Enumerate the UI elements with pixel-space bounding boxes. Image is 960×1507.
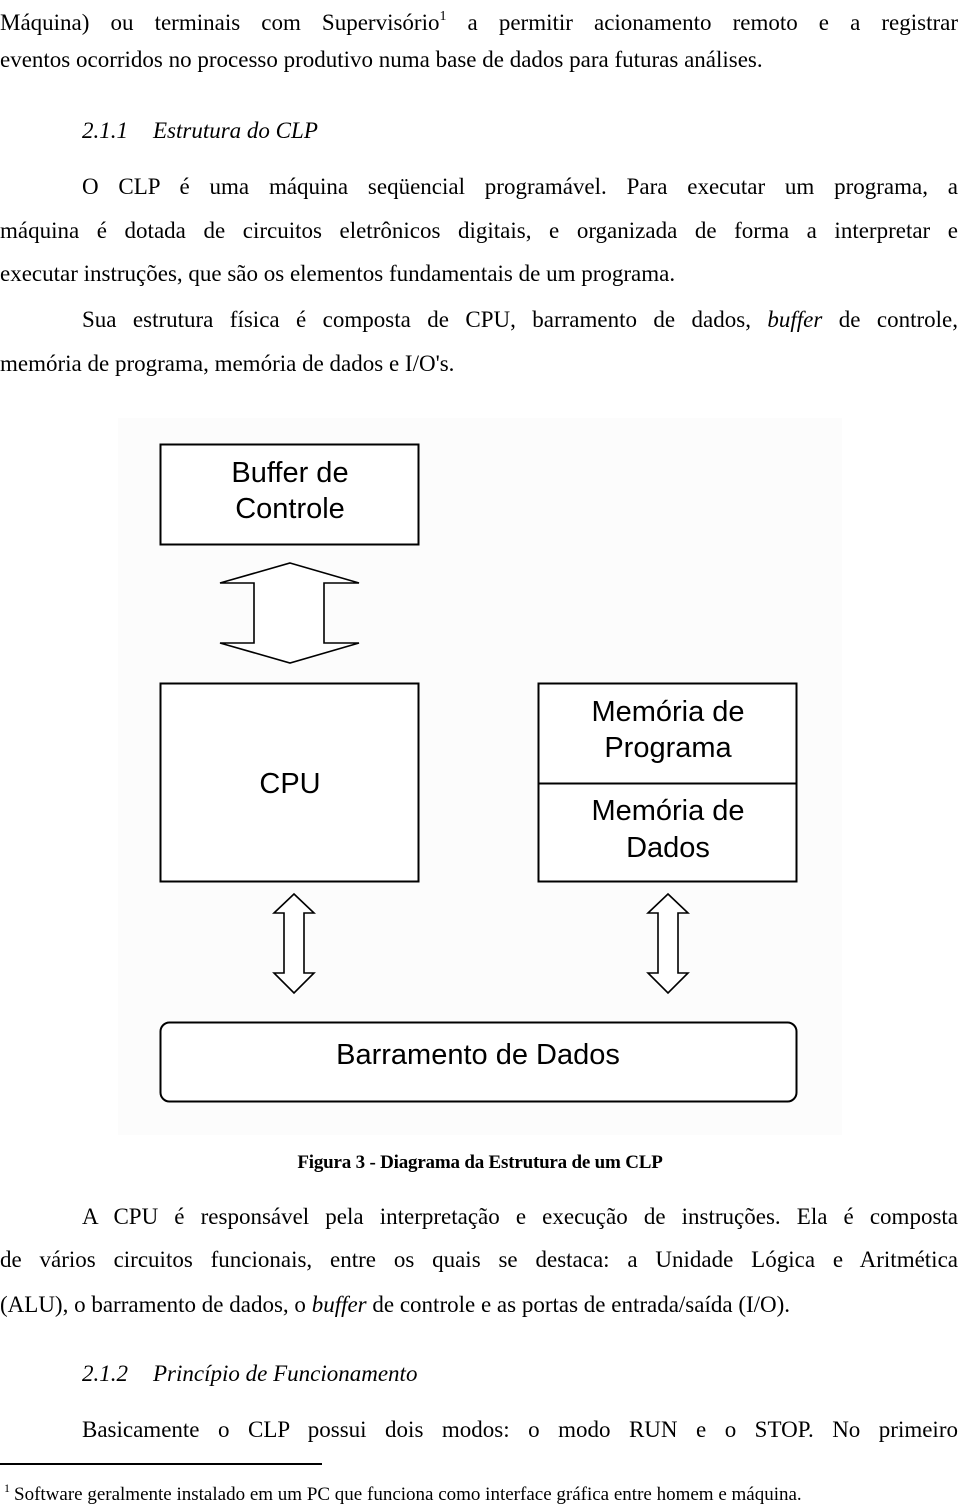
figure-caption: Figura 3 - Diagrama da Estrutura de um C… [297,1152,663,1173]
cpu-text-cont: de controle e as portas de entrada/saída… [366,1292,791,1317]
clp-structure-diagram: Buffer de Controle CPU Memória de Progra… [118,418,842,1135]
memory-data-label-line-2: Dados [626,832,710,864]
memory-box: Memória de Programa Memória de Dados [537,682,798,883]
footnote-marker: 1 [4,1481,10,1495]
section-title: Princípio de Funcionamento [153,1361,418,1386]
section-number: 2.1.2 [82,1361,128,1386]
footnote: 1 Software geralmente instalado em um PC … [4,1476,802,1507]
cpu-box: CPU [159,682,420,883]
footnote-text: Software geralmente instalado em um PC q… [14,1484,802,1505]
memory-program-label-line-1: Memória de [591,696,744,728]
memory-data-label-line-1: Memória de [591,795,744,827]
cpu-paragraph-line-3: (ALU), o barramento de dados, o buffer d… [0,1290,790,1320]
data-bus-label: Barramento de Dados [336,1039,620,1071]
section-heading-2-1-2: 2.1.2 Princípio de Funcionamento [82,1359,417,1389]
cpu-paragraph-line-2: de vários circuitos funcionais, entre os… [0,1247,958,1272]
cpu-box-label: CPU [259,768,320,800]
buffer-control-box: Buffer de Controle [159,443,420,546]
buffer-box-label-line-1: Buffer de [231,457,348,489]
memory-program-label-line-2: Programa [604,732,732,764]
cpu-italic-term: buffer [311,1292,367,1317]
buffer-box-label-line-2: Controle [235,493,345,525]
cpu-text: (ALU), o barramento de dados, o [0,1292,312,1317]
footnote-separator [0,1463,322,1465]
data-bus-box: Barramento de Dados [159,1021,798,1103]
modes-paragraph-line-1: Basicamente o CLP possui dois modos: o m… [82,1417,958,1442]
cpu-paragraph-line-1: A CPU é responsável pela interpretação e… [82,1204,958,1229]
